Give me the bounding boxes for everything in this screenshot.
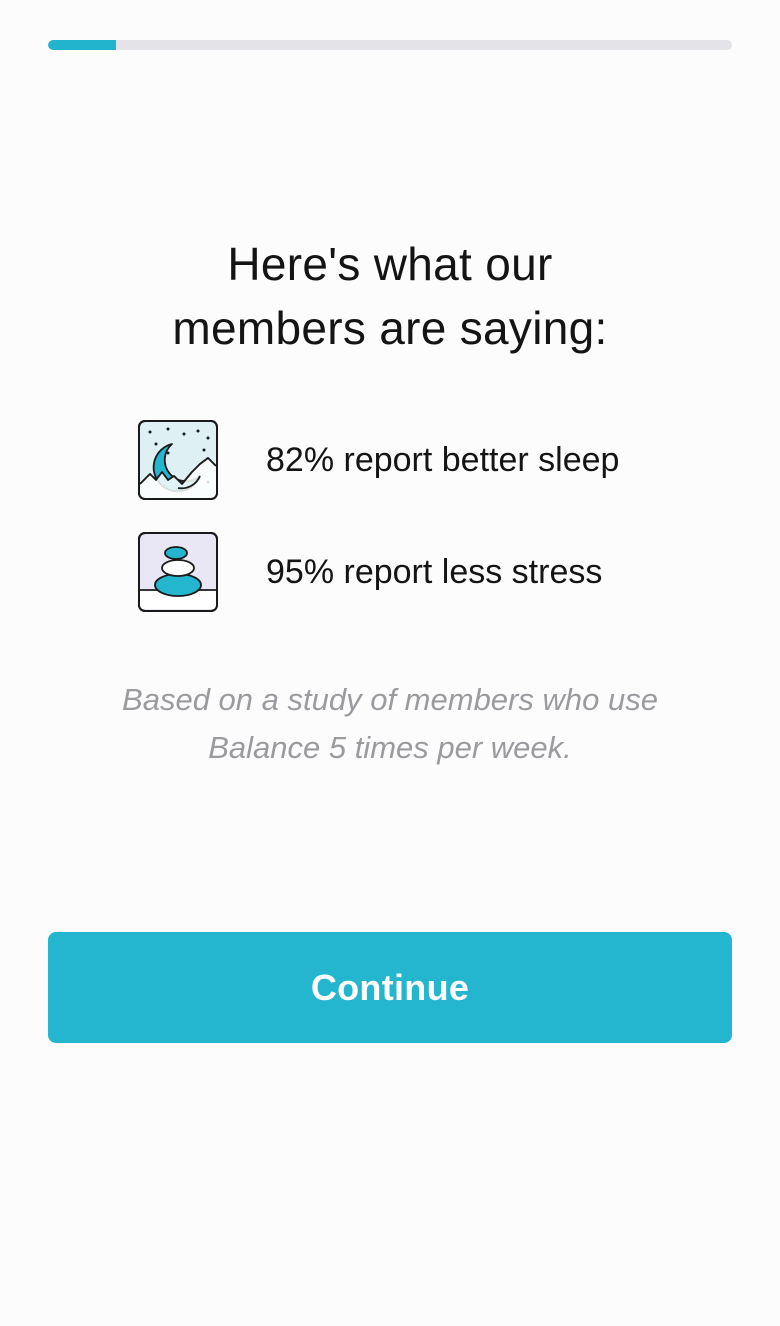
stat-label-stress: 95% report less stress (266, 552, 603, 591)
page-title-line-1: Here's what our (227, 238, 553, 290)
page-title-line-2: members are saying: (172, 302, 608, 354)
stacked-stones-icon (138, 532, 218, 612)
study-footnote-line-1: Based on a study of members who use (122, 682, 658, 717)
stat-label-sleep: 82% report better sleep (266, 440, 620, 479)
progress-bar (48, 40, 732, 50)
page-title: Here's what our members are saying: (60, 232, 720, 360)
stat-row-sleep: 82% report better sleep (138, 420, 619, 500)
progress-bar-fill (48, 40, 117, 50)
study-footnote-line-2: Balance 5 times per week. (208, 730, 572, 765)
moon-night-sky-icon (138, 420, 218, 500)
continue-button[interactable]: Continue (48, 932, 732, 1043)
stat-row-stress: 95% report less stress (138, 532, 602, 612)
study-footnote: Based on a study of members who use Bala… (60, 676, 720, 772)
